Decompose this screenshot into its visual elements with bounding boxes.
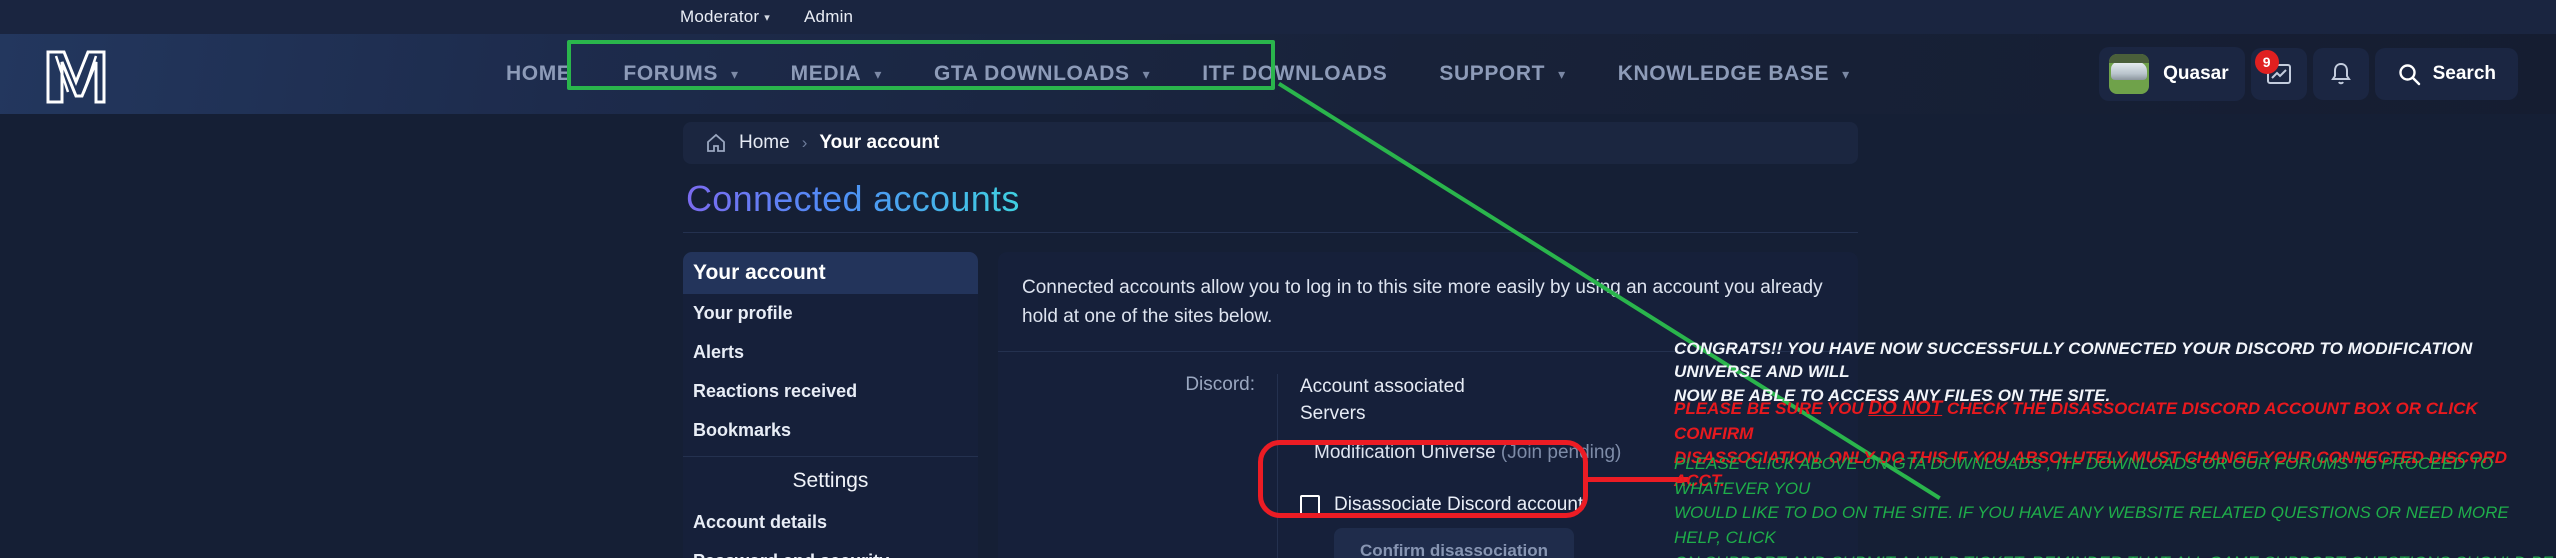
breadcrumb-current: Your account — [819, 132, 940, 153]
sidebar-header: Your account — [683, 252, 978, 294]
main-navbar: HOME FORUMS ▾ MEDIA ▾ GTA DOWNLOADS ▾ IT… — [0, 34, 2556, 114]
search-button[interactable]: Search — [2374, 48, 2518, 100]
nav-item-media[interactable]: MEDIA ▾ — [765, 34, 908, 114]
annotation-green-text: PLEASE CLICK ABOVE ON GTA DOWNLOADS , IT… — [1674, 454, 2553, 558]
account-sidebar: Your account Your profile Alerts Reactio… — [683, 252, 978, 558]
admin-link[interactable]: Admin — [804, 7, 853, 27]
sidebar-item-alerts[interactable]: Alerts — [683, 333, 978, 372]
utility-bar: Moderator ▾ Admin — [0, 0, 2556, 34]
nav-item-itf-downloads[interactable]: ITF DOWNLOADS — [1176, 34, 1413, 114]
sidebar-item-reactions-received[interactable]: Reactions received — [683, 372, 978, 411]
page-title: Connected accounts — [686, 178, 1020, 219]
disassociate-checkbox-label[interactable]: Disassociate Discord account — [1334, 494, 1583, 516]
search-label: Search — [2432, 63, 2496, 84]
sidebar-item-bookmarks[interactable]: Bookmarks — [683, 411, 978, 450]
nav-item-label: MEDIA — [790, 62, 862, 85]
moderator-label: Moderator — [680, 7, 760, 26]
sidebar-item-your-profile[interactable]: Your profile — [683, 294, 978, 333]
disassociate-checkbox[interactable] — [1300, 494, 1320, 515]
chevron-down-icon: ▾ — [1558, 65, 1566, 82]
user-menu-button[interactable]: Quasar — [2099, 47, 2245, 101]
annotation-red-emphasis: DO NOT — [1868, 398, 1943, 419]
header-right-actions: Quasar 9 Search — [2099, 34, 2518, 114]
server-status: (Join pending) — [1500, 441, 1622, 463]
nav-item-label: GTA DOWNLOADS — [933, 62, 1130, 85]
chevron-down-icon: ▾ — [764, 11, 771, 24]
discord-row-label: Discord: — [998, 374, 1278, 558]
user-name-label: Quasar — [2163, 63, 2229, 84]
moderator-menu[interactable]: Moderator ▾ — [680, 7, 770, 27]
nav-item-forums[interactable]: FORUMS ▾ — [597, 34, 764, 114]
nav-item-gta-downloads[interactable]: GTA DOWNLOADS ▾ — [908, 34, 1176, 114]
sidebar-item-password-and-security[interactable]: Password and security — [683, 542, 978, 558]
page-root: Moderator ▾ Admin HOME FORUMS ▾ MEDIA ▾ — [0, 0, 2556, 558]
chevron-down-icon: ▾ — [874, 65, 882, 82]
chevron-down-icon: ▾ — [1842, 65, 1850, 82]
site-logo-icon[interactable] — [44, 48, 108, 104]
inbox-badge: 9 — [2254, 50, 2279, 74]
annotation-red-before: PLEASE BE SURE YOU — [1674, 399, 1869, 418]
content-divider — [683, 232, 1858, 233]
search-icon — [2398, 64, 2420, 86]
nav-item-label: HOME — [506, 62, 572, 85]
home-icon[interactable] — [705, 132, 727, 154]
nav-item-label: ITF DOWNLOADS — [1202, 62, 1388, 85]
confirm-disassociation-button[interactable]: Confirm disassociation — [1334, 527, 1574, 558]
sidebar-group-settings: Settings — [792, 469, 869, 492]
nav-item-label: KNOWLEDGE BASE — [1617, 62, 1830, 85]
chevron-down-icon: ▾ — [731, 65, 739, 82]
breadcrumb-home[interactable]: Home — [739, 132, 790, 154]
nav-item-label: FORUMS — [623, 62, 718, 85]
nav-items: HOME FORUMS ▾ MEDIA ▾ GTA DOWNLOADS ▾ IT… — [480, 34, 1876, 114]
breadcrumb-separator: › — [801, 133, 808, 152]
sidebar-item-account-details[interactable]: Account details — [683, 503, 978, 542]
nav-item-label: SUPPORT — [1439, 62, 1546, 85]
inbox-button[interactable]: 9 — [2250, 48, 2307, 100]
server-name: Modification Universe — [1314, 441, 1496, 463]
nav-item-home[interactable]: HOME — [480, 34, 597, 114]
breadcrumb: Home › Your account — [683, 122, 1858, 164]
avatar — [2109, 54, 2150, 94]
chevron-down-icon: ▾ — [1142, 65, 1151, 82]
nav-item-support[interactable]: SUPPORT ▾ — [1413, 34, 1591, 114]
utility-bar-links: Moderator ▾ Admin — [680, 7, 853, 27]
notifications-button[interactable] — [2312, 48, 2369, 100]
nav-item-knowledge-base[interactable]: KNOWLEDGE BASE ▾ — [1592, 34, 1876, 114]
